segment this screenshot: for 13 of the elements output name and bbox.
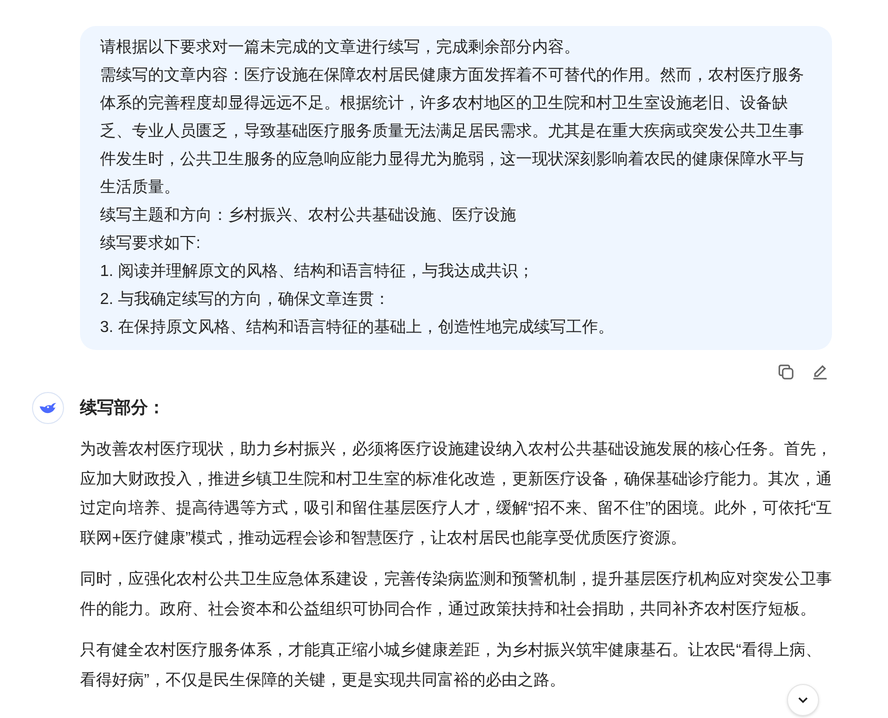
copy-icon[interactable] [776,362,796,382]
message-text: 需续写的文章内容：医疗设施在保障农村居民健康方面发挥着不可替代的作用。然而，农村医疗服务体系的完善程度却显得远远不足。根据统计，许多农村地区的卫生院和村卫生室设施老旧、设备缺乏、专业人员匮乏，导致基础医疗服务质量无法满足居民需求。尤其是在重大疾病或突发公共卫生事件发生时，公共卫生服务的应急响应能力显得尤为脆弱，这一现状深刻影响着农民的健康保障水平与生活质量。 [100,66,805,198]
reply-heading: 续写部分： [80,397,166,419]
message-text: 续写主题和方向：乡村振兴、农村公共基础设施、医疗设施 [100,206,517,226]
message-text: 3. 在保持原文风格、结构和语言特征的基础上，创造性地完成续写工作。 [100,318,615,338]
message-text: 续写要求如下: [100,234,202,254]
reply-paragraph: 同时，应强化农村公共卫生应急体系建设，完善传染病监测和预警机制，提升基层医疗机构应对突发公卫事件的能力。政府、社会资本和公益组织可协同合作，通过政策扶持和社会捐助，共同补齐农村医疗短板。 [80,569,832,620]
message-text: 1. 阅读并理解原文的风格、结构和语言特征，与我达成共识； [100,262,535,282]
message-text: 请根据以下要求对一篇未完成的文章进行续写，完成剩余部分内容。 [100,38,581,58]
assistant-avatar [32,392,64,424]
reply-paragraph: 只有健全农村医疗服务体系，才能真正缩小城乡健康差距，为乡村振兴筑牢健康基石。让农民“看得上病、看得好病”，不仅是民生保障的关键，更是实现共同富裕的必由之路。 [80,640,822,690]
message-text: 2. 与我确定续写的方向，确保文章连贯： [100,290,391,310]
reply-paragraph: 为改善农村医疗现状，助力乡村振兴，必须将医疗设施建设纳入农村公共基础设施发展的核心任务。首先，应加大财政投入，推进乡镇卫生院和村卫生室的标准化改造，更新医疗设备，确保基础诊疗能力。其次，通过定向培养、提高待遇等方式，吸引和留住基层医疗人才，缓解“招不来、留不住”的困境。此外，可依托“互联网+医疗健康”模式，推动远程会诊和智慧医疗，让农村居民也能享受优质医疗资源。 [80,439,832,548]
